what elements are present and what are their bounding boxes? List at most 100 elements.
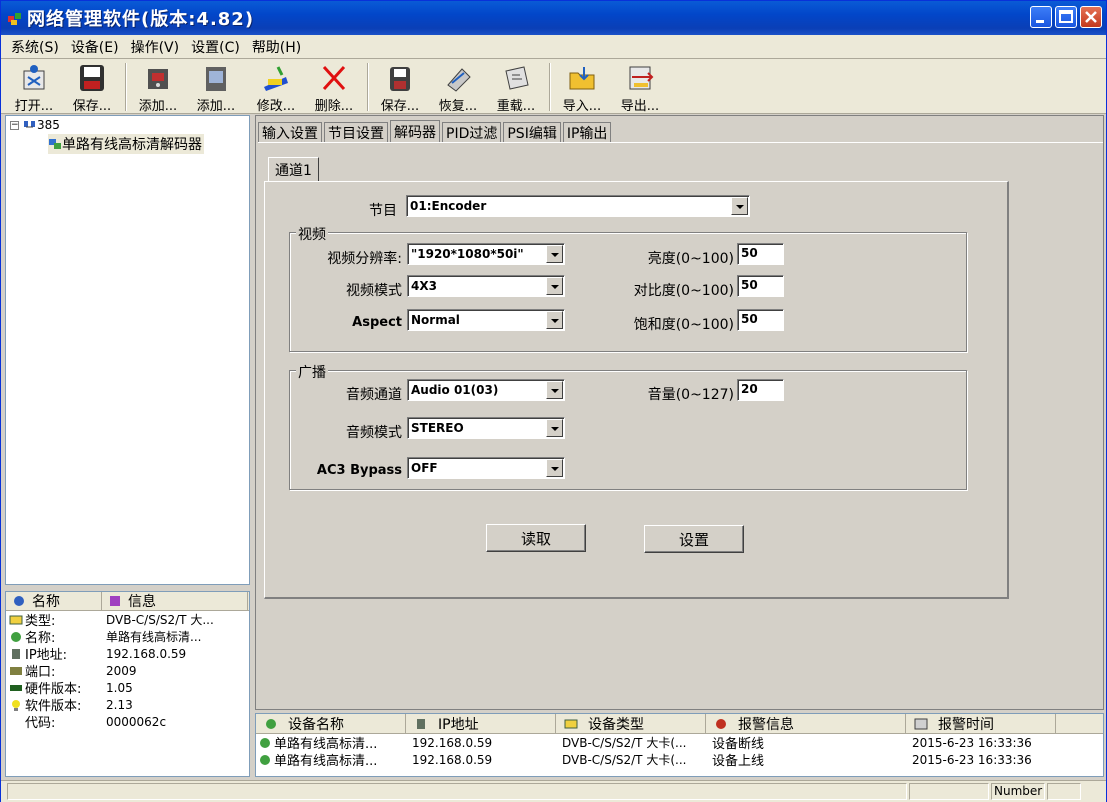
alarm-icon bbox=[714, 718, 728, 730]
open-icon bbox=[18, 63, 50, 93]
restore-button[interactable]: 恢复... bbox=[429, 61, 487, 114]
status-empty bbox=[909, 783, 989, 800]
tab-pid-filter[interactable]: PID过滤 bbox=[442, 122, 502, 142]
alarm-list: 设备名称 IP地址 设备类型 报警信息 报警时间 单路有线高标清... 192.… bbox=[255, 713, 1104, 777]
menu-settings[interactable]: 设置(C) bbox=[185, 37, 246, 57]
tab-program-settings[interactable]: 节目设置 bbox=[324, 122, 388, 142]
device-icon bbox=[258, 754, 272, 766]
alarm-row[interactable]: 单路有线高标清... 192.168.0.59 DVB-C/S/S2/T 大卡(… bbox=[256, 734, 1103, 752]
audio-mode-select[interactable]: STEREO bbox=[407, 417, 565, 439]
tab-decoder[interactable]: 解码器 bbox=[390, 120, 440, 142]
saturation-field[interactable]: 50 bbox=[737, 309, 784, 331]
collapse-icon[interactable]: − bbox=[10, 120, 19, 130]
network-icon bbox=[23, 119, 37, 131]
program-select[interactable]: 01:Encoder bbox=[406, 195, 750, 217]
audio-group: 广播 音频通道 Audio 01(03) 音频模式 STEREO AC3 Byp… bbox=[289, 362, 967, 490]
reload-button[interactable]: 重载... bbox=[487, 61, 545, 114]
device-icon bbox=[264, 718, 278, 730]
read-button[interactable]: 读取 bbox=[486, 524, 586, 552]
contrast-field[interactable]: 50 bbox=[737, 275, 784, 297]
aspect-select[interactable]: Normal bbox=[407, 309, 565, 331]
info-icon bbox=[12, 595, 26, 607]
menu-help[interactable]: 帮助(H) bbox=[246, 37, 307, 57]
alarm-col-ip[interactable]: IP地址 bbox=[406, 714, 556, 733]
brightness-field[interactable]: 50 bbox=[737, 243, 784, 265]
lightbulb-icon bbox=[9, 699, 23, 711]
video-mode-select[interactable]: 4X3 bbox=[407, 275, 565, 297]
chevron-down-icon[interactable] bbox=[546, 277, 563, 295]
status-message bbox=[7, 783, 907, 800]
device-tree: − 385 单路有线高标清解码器 bbox=[5, 115, 250, 585]
menu-system[interactable]: 系统(S) bbox=[5, 37, 65, 57]
reload-icon bbox=[500, 63, 532, 93]
port-icon bbox=[9, 665, 23, 677]
video-mode-label: 视频模式 bbox=[346, 283, 402, 299]
info-col-value[interactable]: 信息 bbox=[102, 592, 248, 610]
info-row: 端口: 2009 bbox=[6, 662, 249, 680]
chevron-down-icon[interactable] bbox=[546, 459, 563, 477]
tree-root[interactable]: − 385 bbox=[10, 118, 60, 132]
set-button[interactable]: 设置 bbox=[644, 525, 744, 553]
type-icon bbox=[564, 718, 578, 730]
tab-strip: 输入设置 节目设置 解码器 PID过滤 PSI编辑 IP输出 bbox=[258, 120, 613, 142]
video-group: 视频 视频分辨率: "1920*1080*50i" 视频模式 4X3 Aspec… bbox=[289, 224, 967, 352]
import-button[interactable]: 导入... bbox=[553, 61, 611, 114]
save-button[interactable]: 保存... bbox=[63, 61, 121, 114]
saturation-label: 饱和度(0~100) bbox=[633, 317, 734, 333]
chevron-down-icon[interactable] bbox=[546, 245, 563, 263]
tab-input-settings[interactable]: 输入设置 bbox=[258, 122, 322, 142]
menu-operation[interactable]: 操作(V) bbox=[125, 37, 186, 57]
volume-field[interactable]: 20 bbox=[737, 379, 784, 401]
clock-icon bbox=[914, 718, 928, 730]
chevron-down-icon[interactable] bbox=[546, 381, 563, 399]
chevron-down-icon[interactable] bbox=[546, 311, 563, 329]
save-config-icon bbox=[384, 63, 416, 93]
save-config-button[interactable]: 保存... bbox=[371, 61, 429, 114]
type-icon bbox=[9, 614, 23, 626]
info-row: IP地址: 192.168.0.59 bbox=[6, 645, 249, 663]
audio-channel-select[interactable]: Audio 01(03) bbox=[407, 379, 565, 401]
status-bar: Number bbox=[1, 780, 1106, 802]
save-icon bbox=[76, 63, 108, 93]
tab-channel-1[interactable]: 通道1 bbox=[268, 157, 319, 181]
volume-label: 音量(0~127) bbox=[647, 387, 734, 403]
add-device-button[interactable]: 添加... bbox=[129, 61, 187, 114]
decoder-tab-body: 通道1 节目 01:Encoder 视频 视频分辨率: "1920*1080*5… bbox=[258, 142, 1103, 709]
restore-icon bbox=[442, 63, 474, 93]
edit-button[interactable]: 修改... bbox=[247, 61, 305, 114]
close-button[interactable] bbox=[1080, 6, 1102, 28]
main-panel: 输入设置 节目设置 解码器 PID过滤 PSI编辑 IP输出 通道1 节目 01… bbox=[255, 115, 1104, 710]
add-card-button[interactable]: 添加... bbox=[187, 61, 245, 114]
minimize-button[interactable] bbox=[1030, 6, 1052, 28]
edit-icon bbox=[260, 63, 292, 93]
chevron-down-icon[interactable] bbox=[546, 419, 563, 437]
alarm-col-time[interactable]: 报警时间 bbox=[906, 714, 1056, 733]
tab-ip-output[interactable]: IP输出 bbox=[562, 122, 612, 142]
delete-button[interactable]: 删除... bbox=[305, 61, 363, 114]
info-row: 硬件版本: 1.05 bbox=[6, 679, 249, 697]
app-icon bbox=[7, 10, 23, 26]
info-row: 代码: 0000062c bbox=[25, 714, 167, 732]
open-button[interactable]: 打开... bbox=[5, 61, 63, 114]
tab-psi-edit[interactable]: PSI编辑 bbox=[503, 122, 561, 142]
delete-icon bbox=[318, 63, 350, 93]
alarm-col-message[interactable]: 报警信息 bbox=[706, 714, 906, 733]
info-row: 类型: DVB-C/S/S2/T 大... bbox=[6, 611, 249, 629]
info-col-name[interactable]: 名称 bbox=[6, 592, 102, 610]
program-label: 节目 bbox=[369, 203, 397, 219]
tree-node-decoder[interactable]: 单路有线高标清解码器 bbox=[48, 134, 204, 154]
menu-bar: 系统(S) 设备(E) 操作(V) 设置(C) 帮助(H) bbox=[1, 35, 1106, 59]
menu-device[interactable]: 设备(E) bbox=[65, 37, 125, 57]
ac3-bypass-select[interactable]: OFF bbox=[407, 457, 565, 479]
alarm-row[interactable]: 单路有线高标清... 192.168.0.59 DVB-C/S/S2/T 大卡(… bbox=[256, 751, 1103, 769]
maximize-button[interactable] bbox=[1055, 6, 1077, 28]
resolution-label: 视频分辨率: bbox=[327, 251, 402, 267]
resolution-select[interactable]: "1920*1080*50i" bbox=[407, 243, 565, 265]
chevron-down-icon[interactable] bbox=[731, 197, 748, 215]
name-icon bbox=[9, 631, 23, 643]
brightness-label: 亮度(0~100) bbox=[647, 251, 734, 267]
alarm-col-name[interactable]: 设备名称 bbox=[256, 714, 406, 733]
alarm-col-type[interactable]: 设备类型 bbox=[556, 714, 706, 733]
export-button[interactable]: 导出... bbox=[611, 61, 669, 114]
audio-channel-label: 音频通道 bbox=[346, 387, 402, 403]
